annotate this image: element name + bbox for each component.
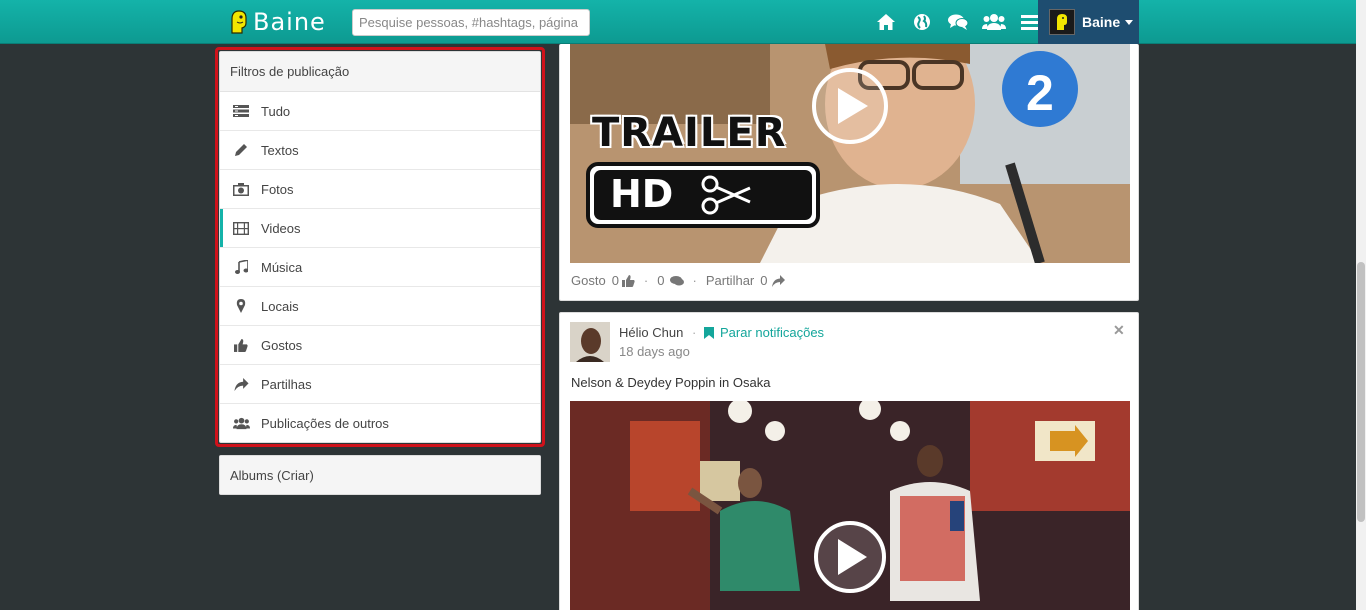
- like-button[interactable]: Gosto 0: [571, 273, 635, 288]
- filter-label: Gostos: [261, 337, 303, 353]
- search-input[interactable]: [352, 9, 590, 36]
- separator: ·: [692, 273, 697, 288]
- scrollbar-thumb[interactable]: [1357, 262, 1365, 522]
- close-icon[interactable]: ✕: [1113, 322, 1125, 339]
- top-navbar: Baine Baine: [0, 0, 1366, 44]
- like-label: Gosto: [571, 273, 606, 288]
- filter-item-gostos[interactable]: Gostos: [220, 326, 540, 365]
- post-timestamp: 18 days ago: [619, 344, 690, 359]
- separator: ·: [643, 273, 649, 288]
- stop-notifications-label: Parar notificações: [720, 325, 825, 340]
- filters-title: Filtros de publicação: [220, 52, 540, 92]
- filter-label: Textos: [261, 142, 299, 158]
- comments-button[interactable]: 0: [657, 273, 684, 288]
- separator: ·: [692, 325, 697, 340]
- chevron-down-icon: [1125, 19, 1134, 25]
- video-overlay-hd: HD: [610, 172, 674, 216]
- pencil-icon: [232, 142, 250, 158]
- filter-label: Tudo: [261, 103, 291, 119]
- scrollbar[interactable]: [1356, 0, 1366, 610]
- filter-item-tudo[interactable]: Tudo: [220, 92, 540, 131]
- filter-label: Música: [261, 259, 303, 275]
- map-marker-icon: [232, 298, 250, 314]
- share-count: 0: [760, 273, 768, 288]
- filter-item-musica[interactable]: Música: [220, 248, 540, 287]
- brand-logo[interactable]: Baine: [228, 8, 326, 36]
- share-icon: [232, 376, 250, 392]
- filter-item-publicacoes-de-outros[interactable]: Publicações de outros: [220, 404, 540, 443]
- svg-text:2: 2: [1026, 65, 1054, 121]
- post-author[interactable]: Hélio Chun: [619, 325, 683, 340]
- share-icon: [771, 274, 785, 287]
- share-label: Partilhar: [705, 273, 755, 288]
- filter-item-partilhas[interactable]: Partilhas: [220, 365, 540, 404]
- share-button[interactable]: Partilhar 0: [706, 273, 785, 288]
- brand-name: Baine: [253, 8, 326, 36]
- comments-icon[interactable]: [940, 0, 976, 44]
- camera-icon: [232, 181, 250, 197]
- filter-item-textos[interactable]: Textos: [220, 131, 540, 170]
- filter-label: Videos: [261, 220, 301, 236]
- post-text: Nelson & Deydey Poppin in Osaka: [571, 375, 771, 390]
- users-icon: [232, 416, 250, 432]
- user-menu[interactable]: Baine: [1038, 0, 1139, 44]
- post-card: Hélio Chun · Parar notificações 18 days …: [559, 312, 1139, 610]
- mascot-icon: [228, 9, 250, 35]
- video-thumbnail[interactable]: [570, 401, 1130, 610]
- filter-list: Tudo Textos Fotos Videos Música Locais Gostos P…: [220, 92, 540, 443]
- post-card: 2 TRAILER HD Gosto 0 · 0 · Partilhar 0: [559, 44, 1139, 301]
- thumbs-up-icon: [621, 274, 635, 287]
- filter-label: Fotos: [261, 181, 294, 197]
- filter-label: Locais: [261, 298, 299, 314]
- avatar: [1049, 9, 1075, 35]
- albums-title[interactable]: Albums (Criar): [220, 456, 540, 494]
- publication-filters-panel: Filtros de publicação Tudo Textos Fotos Vid…: [219, 51, 541, 443]
- home-icon[interactable]: [868, 0, 904, 44]
- list-icon: [232, 103, 250, 119]
- thumbs-up-icon: [232, 337, 250, 353]
- avatar[interactable]: [570, 322, 610, 362]
- video-overlay-title: TRAILER: [592, 110, 787, 156]
- like-count: 0: [611, 273, 619, 288]
- post-actions: Gosto 0 · 0 · Partilhar 0: [571, 273, 785, 288]
- filter-item-fotos[interactable]: Fotos: [220, 170, 540, 209]
- filter-label: Publicações de outros: [261, 416, 389, 431]
- filter-item-videos[interactable]: Videos: [220, 209, 540, 248]
- nav-icons: [868, 0, 1048, 44]
- user-name: Baine: [1082, 14, 1121, 30]
- comments-icon: [669, 275, 684, 285]
- filter-label: Partilhas: [261, 376, 312, 392]
- bookmark-icon: [704, 326, 714, 339]
- filter-item-locais[interactable]: Locais: [220, 287, 540, 326]
- globe-icon[interactable]: [904, 0, 940, 44]
- users-icon[interactable]: [976, 0, 1012, 44]
- albums-panel: Albums (Criar): [219, 455, 541, 495]
- stop-notifications-button[interactable]: Parar notificações: [704, 325, 824, 340]
- comment-count: 0: [657, 273, 665, 288]
- music-icon: [232, 259, 250, 275]
- video-thumbnail[interactable]: 2 TRAILER HD: [570, 44, 1130, 263]
- film-icon: [232, 220, 250, 236]
